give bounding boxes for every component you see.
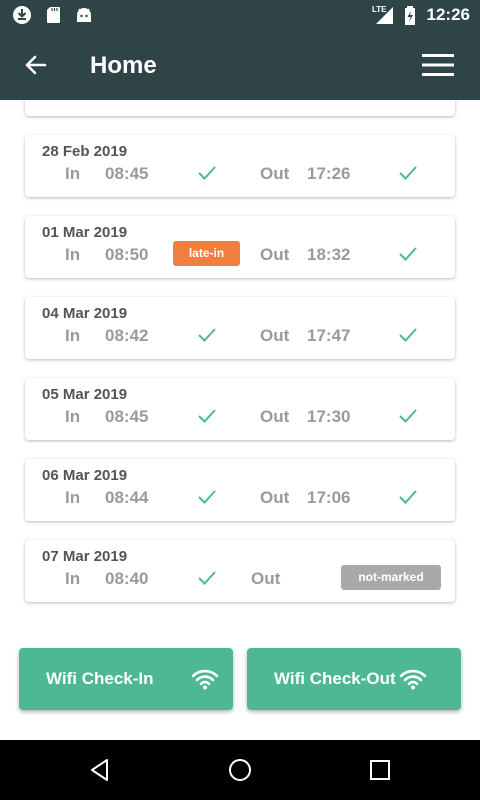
attendance-card[interactable]: 04 Mar 2019 In 08:42 Out 17:47 <box>25 297 455 359</box>
not-marked-badge: not-marked <box>341 565 441 590</box>
check-icon <box>198 409 216 423</box>
wifi-checkout-label: Wifi Check-Out <box>274 669 396 688</box>
in-label: In <box>65 569 81 588</box>
download-icon <box>13 6 31 24</box>
in-label: In <box>65 245 81 264</box>
wifi-checkin-button[interactable]: Wifi Check-In <box>19 648 233 710</box>
out-time: 17:30 <box>307 407 351 426</box>
check-icon <box>198 328 216 342</box>
in-label: In <box>65 164 81 183</box>
in-time: 08:40 <box>105 569 149 588</box>
attendance-date: 04 Mar 2019 <box>42 305 128 322</box>
attendance-date: 01 Mar 2019 <box>42 224 128 241</box>
in-label: In <box>65 488 81 507</box>
check-icon <box>399 328 417 342</box>
attendance-card[interactable]: 05 Mar 2019 In 08:45 Out 17:30 <box>25 378 455 440</box>
list-item[interactable] <box>25 100 455 116</box>
in-label: In <box>65 407 81 426</box>
attendance-card[interactable]: 28 Feb 2019 In 08:45 Out 17:26 <box>25 135 455 197</box>
hamburger-menu-icon[interactable] <box>422 52 454 78</box>
check-icon <box>399 166 417 180</box>
android-icon <box>77 8 91 22</box>
check-icon <box>399 247 417 261</box>
out-label: Out <box>260 245 290 264</box>
attendance-date: 07 Mar 2019 <box>42 548 128 565</box>
wifi-icon <box>399 669 427 690</box>
attendance-card[interactable]: 01 Mar 2019 In 08:50 late-in Out 18:32 <box>25 216 455 278</box>
page-title: Home <box>90 52 157 79</box>
app-bar: Home <box>0 30 480 100</box>
back-triangle-icon[interactable] <box>86 756 114 784</box>
out-label: Out <box>260 488 290 507</box>
attendance-card[interactable]: 07 Mar 2019 In 08:40 Out not-marked <box>25 540 455 602</box>
attendance-date: 28 Feb 2019 <box>42 143 128 160</box>
battery-charging-icon <box>405 6 415 25</box>
attendance-list[interactable]: 28 Feb 2019 In 08:45 Out 17:26 01 Mar 2019 In 0… <box>0 100 480 620</box>
sd-card-icon <box>47 7 60 23</box>
out-label: Out <box>260 326 290 345</box>
out-time: 18:32 <box>307 245 351 264</box>
in-label: In <box>65 326 81 345</box>
signal-icon <box>376 7 393 24</box>
recents-square-icon[interactable] <box>366 756 394 784</box>
check-icon <box>198 166 216 180</box>
check-icon <box>399 409 417 423</box>
out-time: 17:06 <box>307 488 351 507</box>
navigation-bar <box>0 740 480 800</box>
status-time: 12:26 <box>426 5 470 24</box>
in-time: 08:42 <box>105 326 149 345</box>
attendance-date: 06 Mar 2019 <box>42 467 128 484</box>
out-time: 17:26 <box>307 164 351 183</box>
status-bar: LTE 12:26 <box>0 0 480 30</box>
wifi-checkin-label: Wifi Check-In <box>46 669 154 688</box>
in-time: 08:50 <box>105 245 149 264</box>
attendance-card[interactable]: 06 Mar 2019 In 08:44 Out 17:06 <box>25 459 455 521</box>
out-time: 17:47 <box>307 326 351 345</box>
check-icon <box>399 490 417 504</box>
arrow-left-icon[interactable] <box>18 48 52 82</box>
wifi-checkout-button[interactable]: Wifi Check-Out <box>247 648 461 710</box>
wifi-icon <box>191 669 219 690</box>
out-label: Out <box>251 569 281 588</box>
attendance-date: 05 Mar 2019 <box>42 386 128 403</box>
in-time: 08:45 <box>105 407 149 426</box>
check-icon <box>198 490 216 504</box>
late-in-badge: late-in <box>173 241 240 266</box>
home-circle-icon[interactable] <box>226 756 254 784</box>
in-time: 08:45 <box>105 164 149 183</box>
out-label: Out <box>260 164 290 183</box>
in-time: 08:44 <box>105 488 149 507</box>
out-label: Out <box>260 407 290 426</box>
check-icon <box>198 571 216 585</box>
